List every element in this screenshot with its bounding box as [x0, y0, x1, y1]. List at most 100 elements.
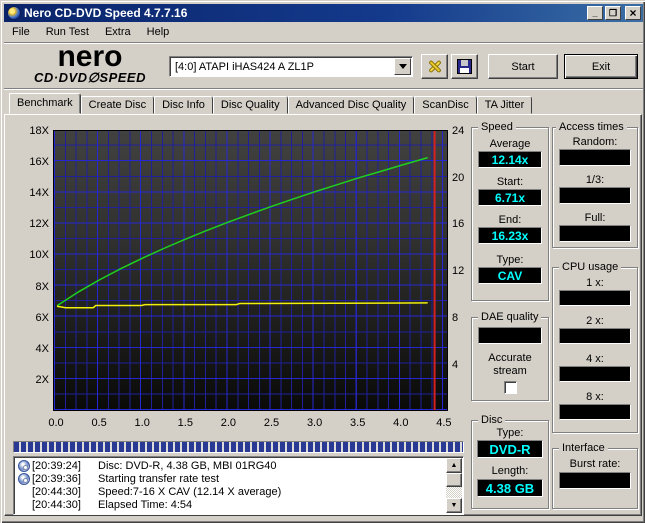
scroll-up-button[interactable]: ▲ [446, 458, 462, 473]
app-icon [7, 6, 21, 20]
y-axis-left-tick: 16X [29, 156, 49, 169]
menu-help[interactable]: Help [139, 24, 178, 40]
cpu-2x-value [559, 328, 631, 344]
scroll-down-button[interactable]: ▼ [446, 498, 462, 513]
cddvdspeed-logo-text: CD·DVD∅SPEED [34, 70, 146, 85]
speed-start-value: 6.71x [478, 189, 542, 206]
disc-type-label: Type: [496, 427, 524, 439]
speed-end-label: End: [498, 214, 522, 226]
interface-title: Interface [559, 442, 608, 454]
accurate-stream-label2: stream [493, 365, 527, 377]
exit-button[interactable]: Exit [564, 54, 638, 79]
x-axis-tick: 0.0 [48, 417, 64, 429]
arrow-up-icon: ▲ [450, 462, 458, 469]
minimize-icon: _ [592, 7, 598, 18]
cpu-4x-value [559, 366, 631, 382]
interface-panel: Interface Burst rate: [552, 442, 638, 509]
menu-bar: File Run Test Extra Help [4, 22, 643, 42]
log-line: [20:44:30] Speed:7-16 X CAV (12.14 X aver… [16, 485, 446, 498]
chevron-down-icon[interactable] [394, 58, 411, 75]
access-full-label: Full: [584, 212, 606, 224]
tab-create-disc[interactable]: Create Disc [80, 96, 155, 114]
log-scrollbar[interactable]: ▲ ▼ [446, 458, 462, 513]
y-axis-left-tick: 12X [29, 218, 49, 231]
cpu-usage-panel: CPU usage 1 x: 2 x: 4 x: 8 x: [552, 261, 638, 433]
accurate-stream-checkbox[interactable] [504, 381, 517, 394]
title-bar[interactable]: Nero CD-DVD Speed 4.7.7.16 _ ❐ × [4, 4, 643, 22]
dae-quality-title: DAE quality [478, 311, 542, 323]
burst-rate-value [559, 472, 631, 489]
disc-panel: Disc Type: DVD-R Length: 4.38 GB [471, 414, 549, 509]
tab-scandisc[interactable]: ScanDisc [414, 96, 477, 114]
tab-disc-quality[interactable]: Disc Quality [212, 96, 288, 114]
y-axis-left-tick: 2X [35, 373, 49, 386]
y-axis-right-tick: 4 [452, 358, 459, 371]
log-box[interactable]: [20:39:24] Disc: DVD-R, 4.38 GB, MBI 01RG… [13, 456, 464, 515]
cpu-1x-value [559, 290, 631, 306]
nero-logo: nero CD·DVD∅SPEED [15, 40, 165, 86]
y-axis-right-tick: 16 [452, 218, 465, 231]
x-axis-tick: 4.0 [393, 417, 409, 429]
separator [4, 88, 643, 90]
speed-average-value: 12.14x [478, 151, 542, 168]
floppy-disk-icon [457, 59, 472, 74]
y-axis-left-tick: 8X [35, 280, 49, 293]
minimize-button[interactable]: _ [587, 6, 603, 20]
start-button[interactable]: Start [488, 54, 558, 79]
access-full-value [559, 225, 631, 242]
log-lines: [20:39:24] Disc: DVD-R, 4.38 GB, MBI 01RG… [16, 459, 446, 513]
speed-average-label: Average [489, 138, 531, 150]
access-13-value [559, 187, 631, 204]
no-icon [18, 499, 30, 511]
cpu-1x-label: 1 x: [586, 277, 604, 289]
save-button[interactable] [451, 54, 478, 79]
menu-file[interactable]: File [4, 24, 38, 40]
speed-end-value: 16.23x [478, 227, 542, 244]
disc-type-value: DVD-R [477, 440, 543, 458]
x-axis-tick: 3.0 [306, 417, 323, 429]
cpu-8x-label: 8 x: [586, 391, 604, 403]
progress-bar [13, 441, 464, 453]
log-message: Elapsed Time: 4:54 [98, 498, 193, 511]
read-speed-curve [56, 156, 428, 307]
log-line: [20:39:24] Disc: DVD-R, 4.38 GB, MBI 01RG… [16, 459, 446, 472]
speed-panel: Speed Average 12.14x Start: 6.71x End: 1… [471, 121, 549, 301]
tab-ta-jitter[interactable]: TA Jitter [476, 96, 533, 114]
tab-advanced-disc-quality[interactable]: Advanced Disc Quality [287, 96, 415, 114]
speed-type-label: Type: [496, 254, 524, 266]
log-timestamp: [20:44:30] [32, 485, 81, 498]
access-times-panel: Access times Random: 1/3: Full: [552, 121, 638, 248]
dae-quality-panel: DAE quality Accurate stream [471, 311, 549, 401]
log-timestamp: [20:44:30] [32, 498, 81, 511]
maximize-icon: ❐ [608, 7, 618, 18]
y-axis-right-tick: 8 [452, 311, 459, 324]
close-button[interactable]: × [625, 6, 641, 20]
burst-rate-label: Burst rate: [569, 458, 621, 470]
x-axis-tick: 4.5 [436, 417, 452, 429]
close-icon: × [629, 6, 637, 20]
log-timestamp: [20:39:24] [32, 459, 81, 472]
cpu-8x-value [559, 404, 631, 420]
scrollbar-thumb[interactable] [446, 473, 462, 487]
drive-select[interactable]: [4:0] ATAPI iHAS424 A ZL1P [169, 56, 413, 77]
log-timestamp: [20:39:36] [32, 472, 81, 485]
disc-length-value: 4.38 GB [477, 479, 543, 497]
nero-logo-text: nero [57, 40, 123, 73]
disc-panel-title: Disc [478, 414, 506, 426]
y-axis-left-tick: 18X [29, 125, 49, 137]
y-axis-left-tick: 6X [35, 311, 49, 324]
y-axis-left-tick: 4X [35, 342, 49, 355]
tab-benchmark[interactable]: Benchmark [9, 93, 81, 114]
disc-length-label: Length: [491, 465, 529, 477]
app-window: Nero CD-DVD Speed 4.7.7.16 _ ❐ × File Run… [0, 0, 645, 523]
tab-disc-info[interactable]: Disc Info [154, 96, 213, 114]
x-axis-tick: 3.5 [350, 417, 366, 429]
menu-run-test[interactable]: Run Test [38, 24, 97, 40]
options-button[interactable] [421, 54, 448, 79]
y-axis-right-tick: 12 [452, 265, 465, 278]
menu-extra[interactable]: Extra [97, 24, 139, 40]
speed-type-value: CAV [478, 267, 542, 284]
maximize-button[interactable]: ❐ [605, 6, 621, 20]
speed-start-label: Start: [496, 176, 524, 188]
access-times-title: Access times [556, 121, 627, 133]
